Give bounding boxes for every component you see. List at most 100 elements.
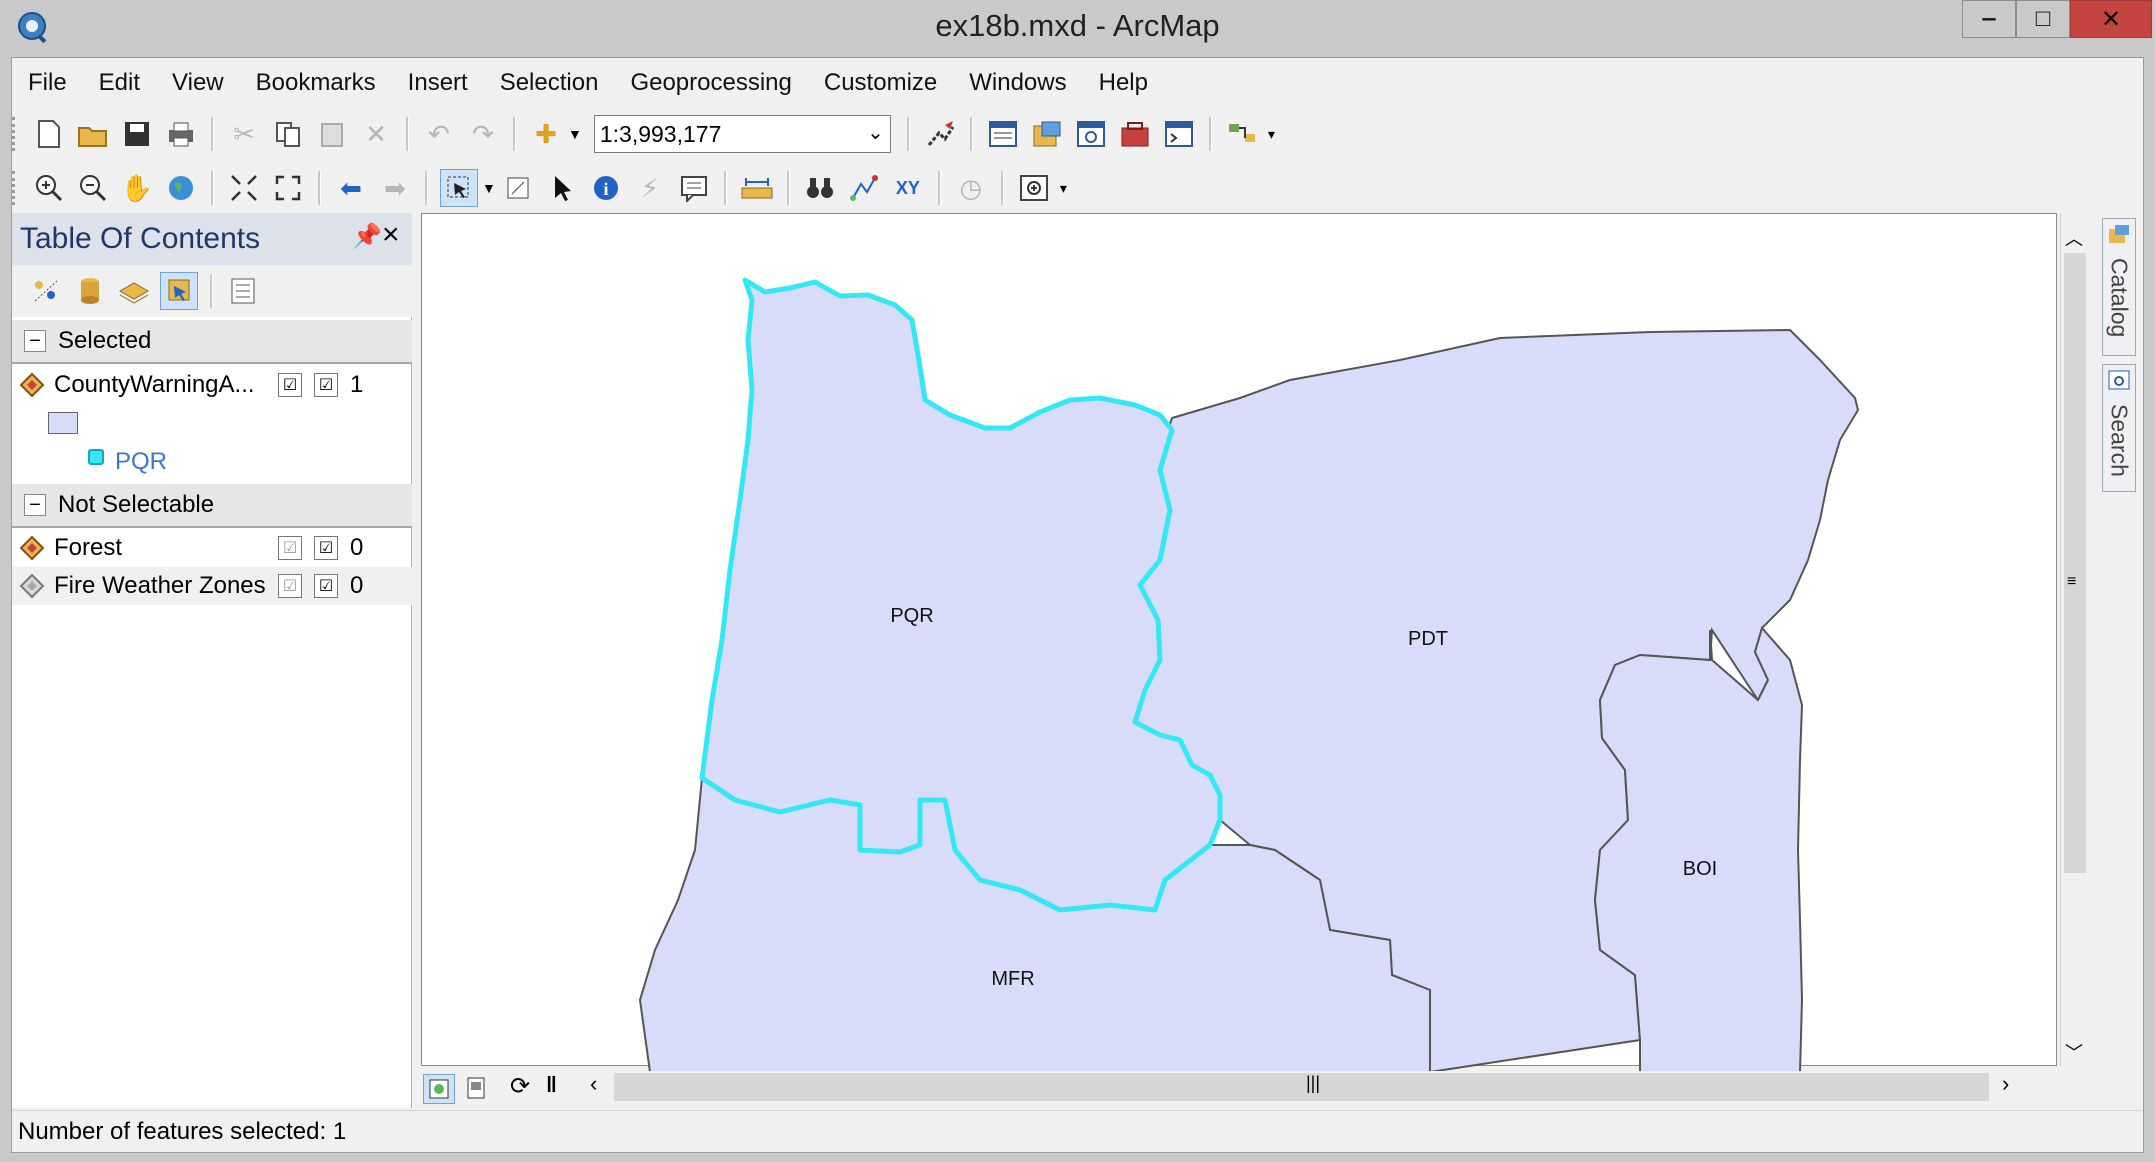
model-builder-icon[interactable] — [1224, 116, 1260, 152]
collapse-icon[interactable]: − — [24, 330, 46, 352]
refresh-icon[interactable]: ⟳ — [510, 1072, 530, 1101]
table-of-contents-icon[interactable] — [985, 116, 1021, 152]
fixed-zoom-out-icon[interactable] — [270, 170, 306, 206]
selection-toggle-checkbox[interactable]: ☑ — [314, 574, 338, 598]
zoom-out-icon[interactable] — [75, 170, 111, 206]
selectable-checkbox[interactable]: ☑ — [278, 574, 302, 598]
map-horizontal-scrollbar[interactable]: ‹ ||| › — [590, 1071, 2025, 1103]
search-window-icon[interactable] — [1073, 116, 1109, 152]
full-extent-globe-icon[interactable] — [163, 170, 199, 206]
pan-hand-icon[interactable]: ✋ — [119, 170, 155, 206]
clear-selection-icon[interactable] — [500, 170, 536, 206]
menu-help[interactable]: Help — [1083, 69, 1164, 97]
scroll-left-icon[interactable]: ‹ — [590, 1071, 597, 1097]
menu-customize[interactable]: Customize — [808, 69, 953, 97]
identify-icon[interactable]: i — [588, 170, 624, 206]
arctoolbox-icon[interactable] — [1117, 116, 1153, 152]
cut-icon[interactable]: ✂ — [226, 116, 262, 152]
menu-windows[interactable]: Windows — [953, 69, 1082, 97]
new-document-icon[interactable] — [31, 116, 67, 152]
select-features-icon[interactable] — [440, 169, 478, 207]
pin-icon[interactable]: 📌 — [352, 222, 382, 251]
selection-toggle-checkbox[interactable]: ☑ — [314, 536, 338, 560]
catalog-window-icon[interactable] — [1029, 116, 1065, 152]
map-canvas[interactable]: PQR PDT BOI MFR — [422, 214, 2059, 1072]
layer-symbol-swatch[interactable] — [48, 412, 78, 434]
scroll-right-icon[interactable]: › — [2002, 1071, 2009, 1097]
save-icon[interactable] — [119, 116, 155, 152]
menu-selection[interactable]: Selection — [484, 69, 615, 97]
toolbar-options-icon[interactable]: ▾ — [1060, 180, 1067, 197]
menu-bookmarks[interactable]: Bookmarks — [240, 69, 392, 97]
list-by-visibility-icon[interactable] — [116, 273, 152, 309]
selection-toggle-checkbox[interactable]: ☑ — [314, 373, 338, 397]
fixed-zoom-in-icon[interactable] — [226, 170, 262, 206]
pause-drawing-icon[interactable]: ‖ — [546, 1072, 557, 1098]
toolbar-separator — [318, 171, 321, 205]
time-slider-icon[interactable]: ◷ — [953, 170, 989, 206]
layout-view-button[interactable] — [460, 1074, 492, 1104]
vertical-scroll-thumb[interactable] — [2064, 253, 2086, 873]
toolbar-options-icon[interactable]: ▾ — [1268, 126, 1275, 143]
search-side-tab[interactable]: Search — [2102, 364, 2136, 492]
measure-ruler-icon[interactable] — [739, 170, 775, 206]
python-window-icon[interactable] — [1161, 116, 1197, 152]
go-to-xy-icon[interactable]: XY — [890, 170, 926, 206]
open-folder-icon[interactable] — [75, 116, 111, 152]
toc-close-icon[interactable]: × — [382, 218, 400, 252]
list-by-selection-icon[interactable] — [160, 272, 198, 310]
data-view-button[interactable] — [423, 1074, 455, 1104]
undo-icon[interactable]: ↶ — [421, 116, 457, 152]
toolbar-grip[interactable] — [12, 171, 19, 205]
find-binoculars-icon[interactable] — [802, 170, 838, 206]
find-route-icon[interactable] — [846, 170, 882, 206]
back-arrow-icon[interactable]: ⬅ — [333, 170, 369, 206]
editor-toolbar-icon[interactable] — [922, 116, 958, 152]
chevron-down-icon[interactable]: ⌄ — [867, 120, 884, 145]
magnifier-window-icon[interactable] — [1016, 170, 1052, 206]
minimize-button[interactable]: ‒ — [1962, 0, 2016, 38]
hyperlink-lightning-icon[interactable]: ⚡ — [632, 170, 668, 206]
scroll-down-icon[interactable]: ﹀ — [2065, 1039, 2083, 1065]
menu-geoprocessing[interactable]: Geoprocessing — [614, 69, 807, 97]
horizontal-scroll-thumb[interactable] — [614, 1073, 1989, 1101]
toc-options-icon[interactable] — [225, 273, 261, 309]
catalog-side-tab[interactable]: Catalog — [2102, 218, 2136, 356]
redo-icon[interactable]: ↷ — [465, 116, 501, 152]
toc-group-selected[interactable]: − Selected — [12, 320, 412, 364]
add-data-dropdown-icon[interactable]: ▼ — [568, 126, 582, 142]
list-by-source-icon[interactable] — [72, 273, 108, 309]
html-popup-icon[interactable] — [676, 170, 712, 206]
close-button[interactable]: ✕ — [2070, 0, 2152, 38]
list-by-drawing-order-icon[interactable] — [28, 273, 64, 309]
map-scale-combobox[interactable]: 1:3,993,177 ⌄ — [593, 115, 891, 153]
add-data-icon[interactable]: ✚ — [528, 116, 564, 152]
menu-view[interactable]: View — [156, 69, 240, 97]
layer-row-fire-weather-zones[interactable]: Fire Weather Zones ☑ ☑ 0 — [12, 567, 412, 605]
layer-name: CountyWarningA... — [54, 371, 255, 398]
select-elements-arrow-icon[interactable] — [544, 170, 580, 206]
collapse-icon[interactable]: − — [24, 494, 46, 516]
selectable-checkbox[interactable]: ☑ — [278, 536, 302, 560]
delete-icon[interactable]: ✕ — [358, 116, 394, 152]
minimize-icon: ‒ — [1982, 5, 1996, 32]
selectable-checkbox[interactable]: ☑ — [278, 373, 302, 397]
copy-icon[interactable] — [270, 116, 306, 152]
scroll-up-icon[interactable]: ︿ — [2065, 225, 2083, 251]
menu-edit[interactable]: Edit — [83, 69, 156, 97]
maximize-button[interactable]: □ — [2016, 0, 2070, 38]
paste-icon[interactable] — [314, 116, 350, 152]
menu-file[interactable]: File — [12, 69, 83, 97]
print-icon[interactable] — [163, 116, 199, 152]
zoom-in-icon[interactable] — [31, 170, 67, 206]
toc-group-not-selectable[interactable]: − Not Selectable — [12, 484, 412, 528]
menu-insert[interactable]: Insert — [392, 69, 484, 97]
map-label-pdt: PDT — [1408, 628, 1448, 650]
layer-row-forest[interactable]: Forest ☑ ☑ 0 — [12, 529, 412, 567]
selection-label: PQR — [115, 448, 168, 475]
map-vertical-scrollbar[interactable]: ︿ ≡ ﹀ — [2060, 213, 2090, 1066]
forward-arrow-icon[interactable]: ➡ — [377, 170, 413, 206]
layer-row-county-warning-areas[interactable]: CountyWarningA... ☑ ☑ 1 — [12, 366, 412, 404]
select-dropdown-icon[interactable]: ▼ — [482, 180, 496, 196]
toolbar-grip[interactable] — [12, 117, 19, 151]
